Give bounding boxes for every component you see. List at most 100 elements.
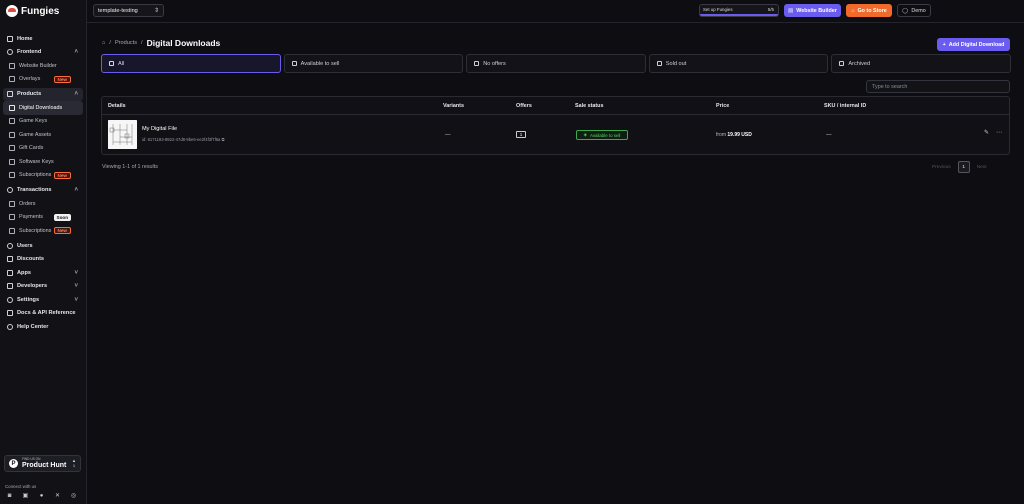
website-builder-button[interactable]: ▤ Website Builder	[784, 4, 841, 17]
builder-icon: ▤	[788, 7, 794, 14]
code-icon	[7, 283, 13, 290]
apps-icon	[7, 269, 13, 276]
facebook-icon[interactable]: ●	[38, 492, 45, 499]
sidebar-item-payments[interactable]: Payments Soon	[3, 211, 83, 225]
setup-progress[interactable]: Set up Fungies 5/5	[699, 4, 779, 17]
sidebar-item-home[interactable]: Home	[3, 32, 83, 46]
edit-icon[interactable]: ✎	[984, 129, 989, 136]
sidebar-section-apps[interactable]: Apps ˅	[3, 266, 83, 280]
repeat-icon	[9, 227, 15, 234]
website-globe-icon[interactable]: ◎	[70, 492, 77, 499]
previous-page-button[interactable]: Previous	[928, 161, 955, 173]
page-title: Digital Downloads	[146, 38, 221, 48]
tab-label: No offers	[483, 60, 506, 67]
table-row[interactable]: My Digital File id: 8171193-8922-47d8-9b…	[102, 115, 1009, 155]
app-name: Fungies	[21, 5, 60, 17]
tab-no-offers[interactable]: No offers	[466, 54, 646, 73]
price-cell: from 19.99 USD	[716, 132, 752, 138]
sidebar-item-label: Docs & API Reference	[17, 310, 76, 317]
price-value: 19.99 USD	[727, 132, 752, 138]
home-icon[interactable]: ⌂	[102, 40, 105, 46]
sidebar-item-game-keys[interactable]: Game Keys	[3, 115, 83, 129]
next-page-button[interactable]: Next	[973, 161, 991, 173]
table-header: Details Variants Offers Sale status Pric…	[102, 97, 1009, 115]
tab-all[interactable]: All	[101, 54, 281, 73]
sidebar-item-product-subscriptions[interactable]: Subscriptions New	[3, 169, 83, 183]
help-icon	[7, 323, 13, 330]
project-name: template-testing	[98, 7, 138, 14]
user-icon: ◯	[902, 7, 909, 14]
sidebar-item-docs[interactable]: Docs & API Reference	[3, 307, 83, 321]
users-icon	[7, 242, 13, 249]
product-name[interactable]: My Digital File	[142, 126, 177, 132]
add-digital-download-button[interactable]: + Add Digital Download	[937, 38, 1010, 51]
breadcrumb-separator: /	[141, 40, 143, 46]
search-input[interactable]	[866, 80, 1010, 93]
sidebar-section-settings[interactable]: Settings ˅	[3, 293, 83, 307]
linkedin-icon[interactable]: ▣	[22, 492, 29, 499]
user-menu[interactable]: ◯ Demo	[897, 4, 931, 17]
tab-sold-out[interactable]: Sold out	[648, 54, 829, 73]
sidebar-item-help-center[interactable]: Help Center	[3, 320, 83, 334]
go-to-store-label: Go to Store	[857, 7, 887, 14]
globe-icon	[7, 49, 13, 56]
go-to-store-button[interactable]: ⌂ Go to Store	[846, 4, 892, 17]
gamepad-icon	[9, 118, 15, 125]
chevron-up-icon: ˄	[74, 187, 78, 194]
sidebar-item-game-assets[interactable]: Game Assets	[3, 128, 83, 142]
price-prefix: from	[716, 132, 726, 138]
website-builder-label: Website Builder	[796, 7, 837, 14]
tab-label: Available to sell	[300, 60, 340, 67]
sidebar-item-software-keys[interactable]: Software Keys	[3, 155, 83, 169]
sidebar-item-label: Website Builder	[19, 62, 57, 69]
chevron-down-icon: ˅	[74, 269, 78, 276]
sidebar-item-website-builder[interactable]: Website Builder	[3, 59, 83, 73]
box-icon	[7, 91, 13, 98]
cart-icon	[9, 200, 15, 207]
builder-icon	[9, 62, 15, 69]
tab-label: All	[118, 60, 125, 67]
sidebar-item-discounts[interactable]: Discounts	[3, 253, 83, 267]
sidebar-section-developers[interactable]: Developers ˅	[3, 280, 83, 294]
sidebar-item-overlays[interactable]: Overlays New	[3, 73, 83, 87]
breadcrumb-separator: /	[109, 40, 111, 46]
sidebar-item-orders[interactable]: Orders	[3, 197, 83, 211]
x-twitter-icon[interactable]: ✕	[54, 492, 61, 499]
product-id-text: id: 8171193-8922-47d8-9be6-ee2f4f3f7f6a	[142, 137, 221, 142]
sidebar-item-users[interactable]: Users	[3, 239, 83, 253]
connect-label: Connect with us	[5, 484, 37, 489]
project-switcher[interactable]: template-testing ⇕	[93, 4, 164, 17]
overlay-icon	[9, 76, 15, 83]
page-number-button[interactable]: 1	[957, 161, 970, 173]
sidebar-item-digital-downloads[interactable]: Digital Downloads	[3, 101, 83, 115]
sidebar-item-label: Settings	[17, 296, 40, 303]
tab-archived[interactable]: Archived	[831, 54, 1011, 73]
setup-progress-bar	[700, 14, 778, 16]
results-summary: Viewing 1-1 of 1 results	[102, 164, 158, 170]
header-details: Details	[108, 103, 126, 109]
sidebar-item-label: Help Center	[17, 323, 49, 330]
store-icon: ⌂	[851, 7, 855, 14]
tab-available-to-sell[interactable]: Available to sell	[283, 54, 464, 73]
discord-icon[interactable]: ◙	[6, 492, 13, 499]
sidebar-section-frontend[interactable]: Frontend ˄	[3, 46, 83, 60]
cube-icon	[109, 61, 114, 66]
more-options-icon[interactable]: ⋯	[996, 129, 1002, 136]
sidebar-section-products[interactable]: Products ˄	[3, 87, 83, 101]
products-table: Details Variants Offers Sale status Pric…	[101, 96, 1010, 155]
mushroom-logo-icon	[6, 5, 18, 17]
sidebar-section-transactions[interactable]: Transactions ˄	[3, 184, 83, 198]
product-hunt-title: Product Hunt	[22, 461, 67, 469]
app-logo[interactable]: Fungies	[6, 5, 59, 17]
sidebar-item-transaction-subscriptions[interactable]: Subscriptions New	[3, 224, 83, 238]
sidebar-item-gift-cards[interactable]: Gift Cards	[3, 142, 83, 156]
breadcrumb: ⌂ / Products / Digital Downloads	[102, 38, 220, 48]
product-hunt-badge[interactable]: P FIND US ON Product Hunt ▲ 1	[4, 455, 81, 472]
copy-icon[interactable]: ⧉	[222, 137, 225, 142]
sidebar-nav: Home Frontend ˄ Website Builder Overlays N…	[3, 32, 83, 334]
chevron-updown-icon: ⇕	[153, 8, 159, 14]
new-badge: New	[53, 75, 71, 83]
card-icon	[9, 214, 15, 221]
breadcrumb-products[interactable]: Products	[115, 40, 137, 46]
upvote-count: ▲ 1	[72, 458, 76, 468]
